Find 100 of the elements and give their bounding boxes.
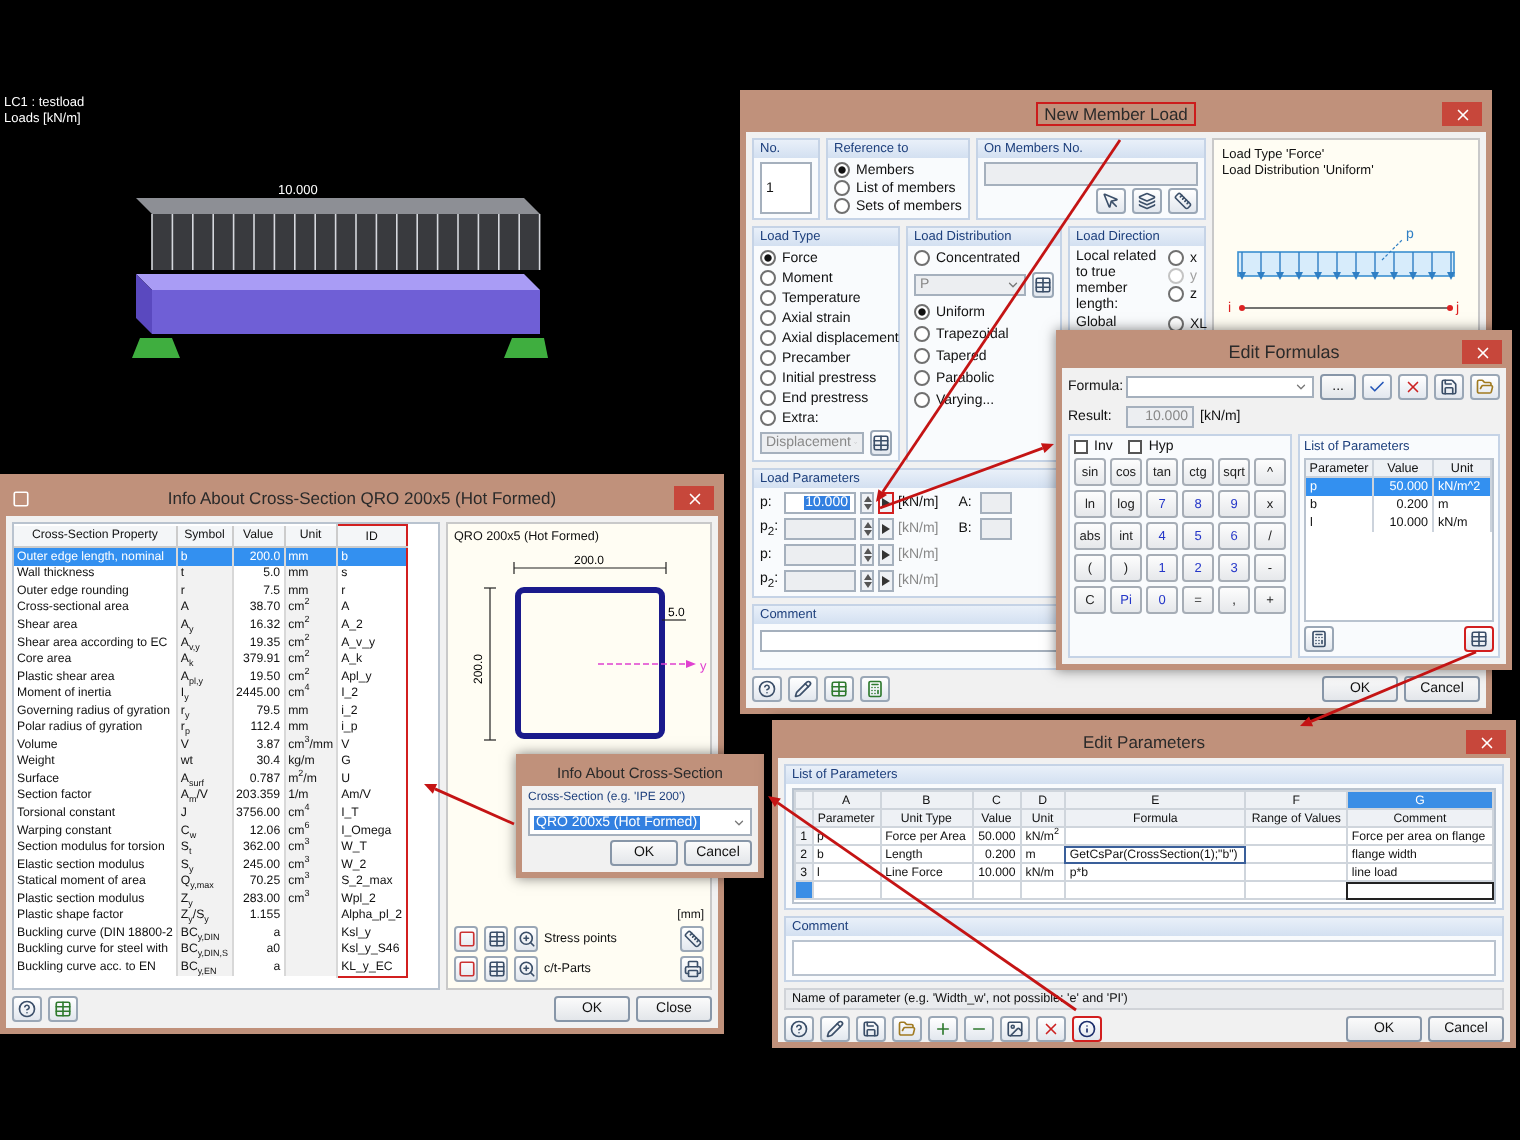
close-icon <box>1477 733 1495 751</box>
close-button[interactable] <box>1462 340 1502 364</box>
radio-button[interactable] <box>760 370 776 386</box>
distance-field[interactable] <box>980 518 1013 540</box>
members-field[interactable] <box>984 162 1198 186</box>
radio-button[interactable] <box>760 390 776 406</box>
radio-button[interactable] <box>834 180 850 196</box>
radio-button[interactable] <box>760 310 776 326</box>
toolbar-button[interactable] <box>856 1016 886 1042</box>
calculator-icon <box>1310 630 1328 648</box>
radio-button[interactable] <box>914 348 930 364</box>
radio-button[interactable] <box>760 270 776 286</box>
close-button[interactable] <box>1442 102 1482 126</box>
arrow-icon <box>882 550 890 560</box>
toolbar-button[interactable] <box>1398 374 1428 400</box>
toolbar-button[interactable] <box>788 676 818 702</box>
toolbar-button[interactable] <box>680 926 704 952</box>
toolbar-button[interactable] <box>454 956 478 982</box>
toolbar-button[interactable] <box>784 1016 814 1042</box>
calculator-icon <box>866 680 884 698</box>
close-icon <box>685 489 703 507</box>
toolbar-button[interactable] <box>514 956 538 982</box>
checkbox[interactable] <box>1128 440 1143 454</box>
pencil-icon <box>794 680 812 698</box>
toolbar-button[interactable] <box>1132 188 1162 214</box>
toolbar-button[interactable] <box>928 1016 958 1042</box>
table-icon <box>830 680 848 698</box>
formula-field[interactable] <box>1126 376 1315 398</box>
toolbar-button[interactable] <box>514 926 538 952</box>
table-icon <box>487 960 505 978</box>
radio-button[interactable] <box>1168 250 1184 266</box>
image-icon <box>1006 1020 1024 1038</box>
toolbar-button[interactable] <box>1362 374 1392 400</box>
toolbar-button[interactable] <box>1096 188 1126 214</box>
window-title: New Member Load <box>1036 102 1196 126</box>
arrow-icon <box>882 576 890 586</box>
radio-button[interactable] <box>914 326 930 342</box>
arrow-icon <box>882 524 890 534</box>
info-button[interactable] <box>1072 1016 1102 1042</box>
toolbar-button[interactable] <box>752 676 782 702</box>
radio-button[interactable] <box>760 330 776 346</box>
parameters-button[interactable] <box>1464 626 1494 652</box>
radio-button[interactable] <box>914 370 930 386</box>
radio-button[interactable] <box>914 304 930 320</box>
radio-button[interactable] <box>760 410 776 426</box>
annotation-arrow <box>424 784 515 826</box>
spin-button[interactable] <box>860 544 874 566</box>
toolbar-button[interactable] <box>1032 272 1054 298</box>
radio-button[interactable] <box>760 250 776 266</box>
toolbar-button[interactable] <box>1470 374 1500 400</box>
toolbar-button[interactable] <box>12 996 42 1022</box>
spin-button[interactable] <box>860 518 874 540</box>
toolbar-button[interactable] <box>1000 1016 1030 1042</box>
radio-button[interactable] <box>914 250 930 266</box>
radio-button[interactable] <box>760 350 776 366</box>
toolbar-button[interactable] <box>824 676 854 702</box>
toolbar-button[interactable] <box>454 926 478 952</box>
arrow-icon <box>882 498 890 508</box>
spin-arrows-icon <box>863 522 871 536</box>
radio-button[interactable] <box>914 392 930 408</box>
distance-field[interactable] <box>980 492 1013 514</box>
check-icon <box>1368 378 1386 396</box>
toolbar-button[interactable] <box>484 926 508 952</box>
square-icon <box>457 930 475 948</box>
radio-button[interactable] <box>834 198 850 214</box>
toolbar-button[interactable] <box>820 1016 850 1042</box>
toolbar-button[interactable] <box>484 956 508 982</box>
window-icon <box>12 489 30 507</box>
close-icon <box>1453 105 1471 123</box>
plus-icon <box>934 1020 952 1038</box>
window-title: Info About Cross-Section QRO 200x5 (Hot Formed) <box>165 486 559 510</box>
radio-button[interactable] <box>834 162 850 178</box>
leader-line <box>661 619 687 621</box>
toolbar-button[interactable] <box>1036 1016 1066 1042</box>
radio-button[interactable] <box>760 290 776 306</box>
toolbar-button[interactable] <box>680 956 704 982</box>
help-icon <box>18 1000 36 1018</box>
chevron-down-icon <box>1294 380 1309 394</box>
spin-arrows-icon <box>863 548 871 562</box>
toolbar-button[interactable] <box>1304 626 1334 652</box>
toolbar-button[interactable] <box>892 1016 922 1042</box>
table-icon <box>1470 630 1488 648</box>
toolbar-button[interactable] <box>860 676 890 702</box>
toolbar-button[interactable] <box>1434 374 1464 400</box>
checkbox[interactable] <box>1074 440 1088 454</box>
spin-arrows-icon <box>863 496 871 510</box>
spin-button[interactable] <box>860 570 874 592</box>
close-button[interactable] <box>674 486 714 510</box>
radio-button[interactable] <box>1168 286 1184 302</box>
toolbar-button[interactable] <box>48 996 78 1022</box>
toolbar-button[interactable] <box>870 430 892 456</box>
close-button[interactable] <box>1466 730 1506 754</box>
folder-icon <box>898 1020 916 1038</box>
comment-field[interactable] <box>792 940 1496 976</box>
spin-button[interactable] <box>860 492 874 514</box>
pencil-icon <box>826 1020 844 1038</box>
table-icon <box>872 434 890 452</box>
pointer-icon <box>1102 192 1120 210</box>
toolbar-button[interactable] <box>1168 188 1198 214</box>
layers-icon <box>1138 192 1156 210</box>
